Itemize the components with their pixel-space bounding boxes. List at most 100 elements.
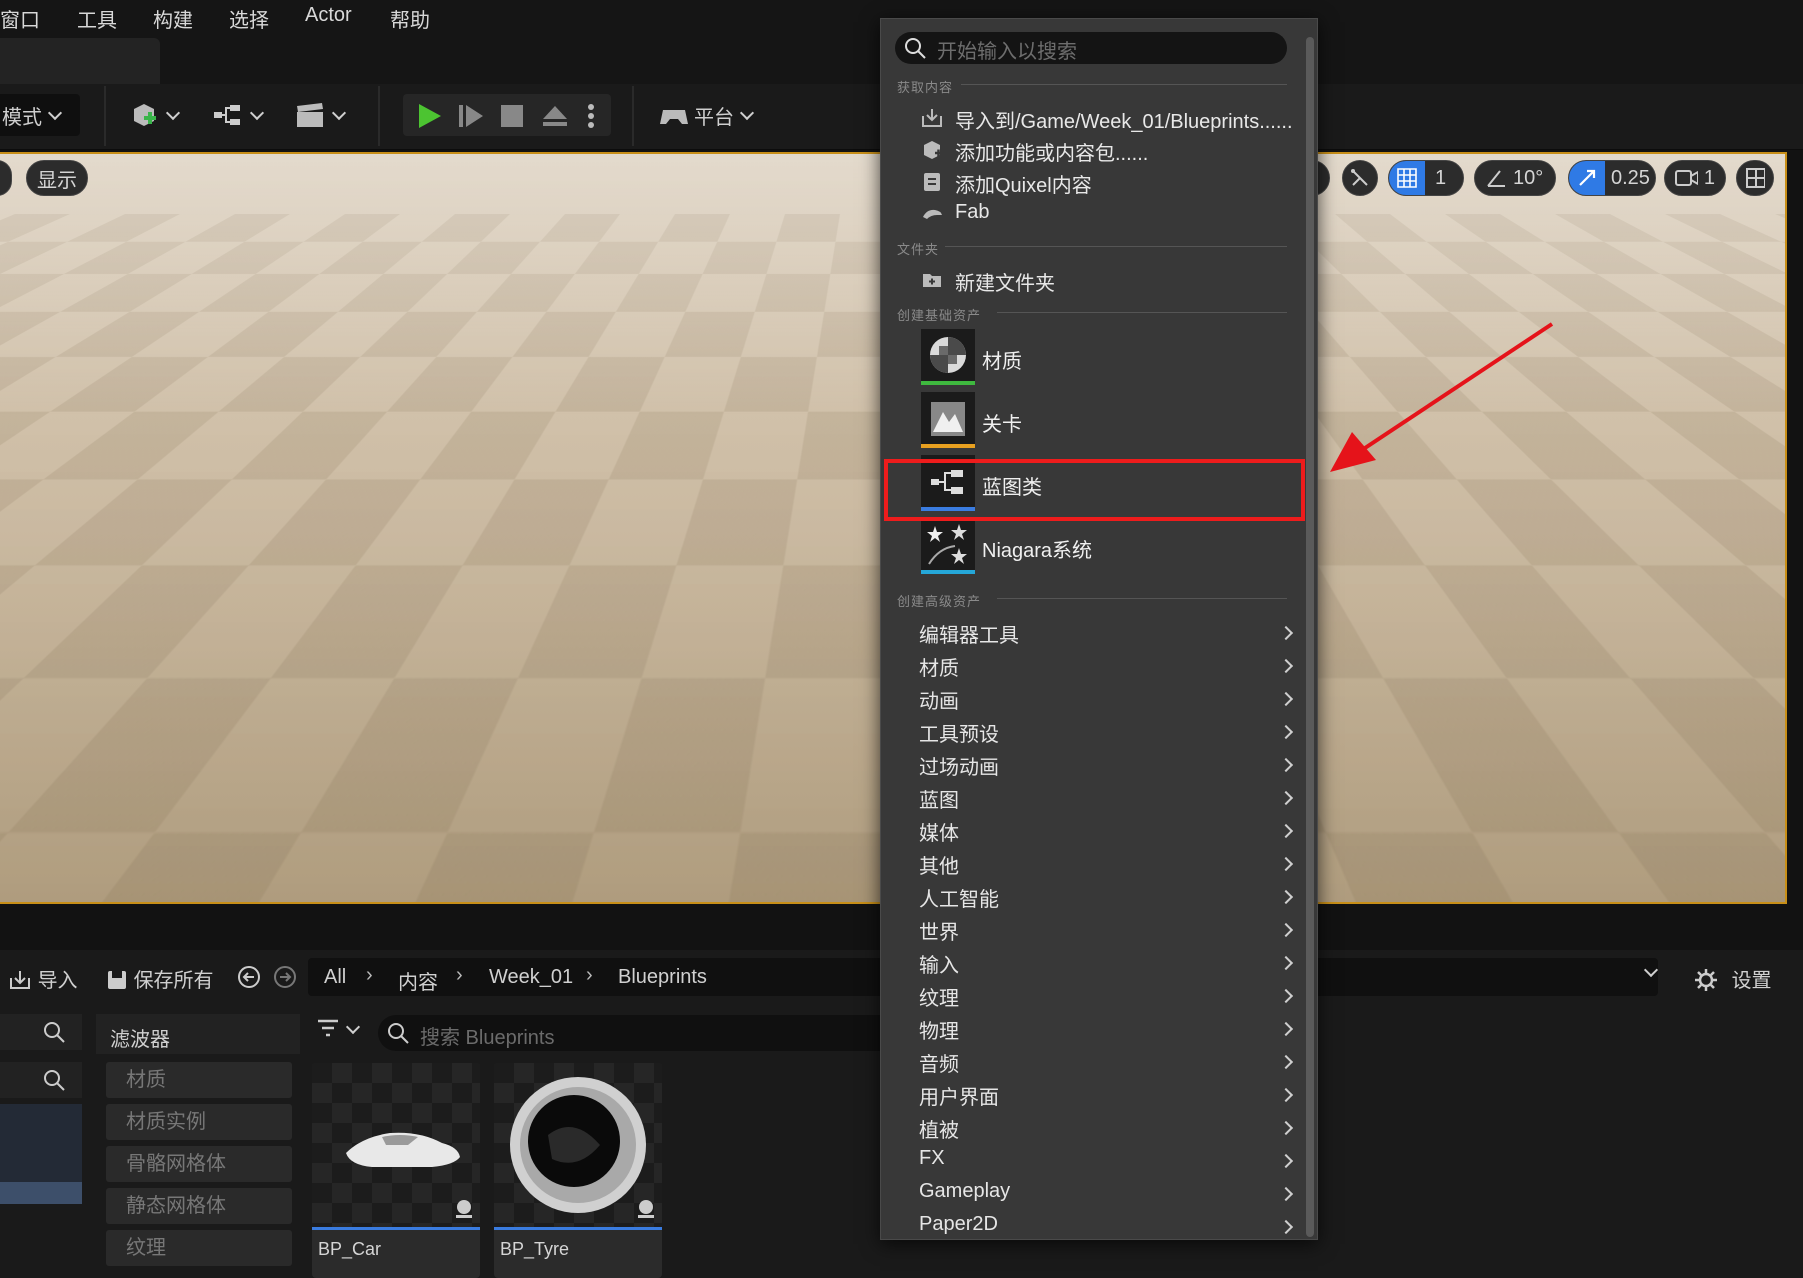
- submenu-item[interactable]: 植被: [919, 1114, 1299, 1144]
- menu-item-fab[interactable]: Fab: [881, 199, 1301, 229]
- menu-item-new-folder[interactable]: 新建文件夹: [881, 265, 1301, 295]
- menu-item-label: 新建文件夹: [955, 273, 1055, 295]
- filters-header: 滤波器: [96, 1014, 300, 1054]
- submenu-item[interactable]: FX: [919, 1147, 1299, 1177]
- toolbar-divider: [632, 86, 634, 146]
- filter-skeletal-mesh[interactable]: 骨骼网格体: [106, 1146, 292, 1182]
- submenu-item[interactable]: 媒体: [919, 817, 1299, 847]
- new-folder-icon: [923, 274, 941, 287]
- level-icon: [921, 392, 975, 448]
- chevron-right-icon: [1278, 658, 1294, 674]
- menu-item-add-feature-pack[interactable]: 添加功能或内容包......: [881, 135, 1301, 165]
- menu-build[interactable]: 构建: [153, 4, 193, 33]
- settings-button[interactable]: 设置: [1694, 964, 1772, 993]
- rotation-snap-toggle[interactable]: 10°: [1474, 160, 1556, 196]
- submenu-item[interactable]: 物理: [919, 1015, 1299, 1045]
- forward-arrow-icon[interactable]: [272, 964, 298, 990]
- surface-snap-icon[interactable]: [1342, 160, 1378, 196]
- import-button[interactable]: 导入: [8, 964, 78, 993]
- tyre-thumbnail: [510, 1077, 646, 1213]
- toolbar-divider: [378, 86, 380, 146]
- stop-icon[interactable]: [499, 103, 525, 129]
- asset-tile-bp-car[interactable]: BP_Car: [312, 1063, 480, 1278]
- chevron-right-icon: [1278, 856, 1294, 872]
- grid-value: 1: [1435, 166, 1447, 189]
- submenu-item-label: 过场动画: [919, 757, 999, 779]
- filter-material-instance[interactable]: 材质实例: [106, 1104, 292, 1140]
- filter-static-mesh[interactable]: 静态网格体: [106, 1188, 292, 1224]
- more-options-icon[interactable]: [585, 102, 597, 130]
- layout-button[interactable]: [1736, 160, 1774, 196]
- submenu-item[interactable]: 世界: [919, 916, 1299, 946]
- submenu-item-label: 用户界面: [919, 1087, 999, 1109]
- menu-item-level[interactable]: 关卡: [881, 388, 1301, 450]
- submenu-item[interactable]: 音频: [919, 1048, 1299, 1078]
- blueprint-button[interactable]: [212, 94, 265, 136]
- submenu-item[interactable]: 用户界面: [919, 1081, 1299, 1111]
- submenu-item[interactable]: Gameplay: [919, 1180, 1299, 1210]
- platforms-button[interactable]: 平台: [658, 94, 755, 136]
- submenu-item[interactable]: 人工智能: [919, 883, 1299, 913]
- step-icon[interactable]: [457, 102, 485, 130]
- submenu-item[interactable]: 纹理: [919, 982, 1299, 1012]
- quixel-icon: [924, 173, 940, 191]
- scale-snap-toggle[interactable]: 0.25: [1568, 160, 1656, 196]
- add-actor-button[interactable]: [128, 94, 181, 136]
- mode-dropdown[interactable]: 模式: [0, 94, 80, 136]
- level-tab[interactable]: [0, 38, 160, 84]
- submenu-item[interactable]: 编辑器工具: [919, 619, 1299, 649]
- menu-actor[interactable]: Actor: [305, 4, 352, 27]
- cinematics-button[interactable]: [294, 94, 347, 136]
- breadcrumb-week[interactable]: Week_01: [489, 966, 573, 989]
- menu-select[interactable]: 选择: [229, 4, 269, 33]
- submenu-item[interactable]: 工具预设: [919, 718, 1299, 748]
- breadcrumb-blueprints[interactable]: Blueprints: [618, 966, 707, 989]
- chevron-down-icon[interactable]: [1643, 962, 1659, 978]
- save-icon: [108, 971, 126, 989]
- filter-texture[interactable]: 纹理: [106, 1230, 292, 1266]
- sources-search[interactable]: [0, 1014, 82, 1050]
- save-all-button[interactable]: 保存所有: [106, 964, 214, 993]
- breadcrumb-all[interactable]: All: [324, 966, 346, 989]
- submenu-item[interactable]: 其他: [919, 850, 1299, 880]
- menu-item-import[interactable]: 导入到/Game/Week_01/Blueprints......: [881, 103, 1301, 133]
- folder-tree[interactable]: [0, 1104, 82, 1204]
- menu-item-label: Fab: [955, 201, 990, 223]
- breadcrumb-content[interactable]: 内容: [398, 966, 438, 995]
- menu-scrollbar[interactable]: [1306, 37, 1314, 1237]
- menu-item-niagara-system[interactable]: Niagara系统: [881, 514, 1301, 576]
- chevron-down-icon: [165, 105, 181, 120]
- collections-search[interactable]: [0, 1062, 82, 1098]
- menu-item-material[interactable]: 材质: [881, 325, 1301, 387]
- camera-speed-button[interactable]: 1: [1664, 160, 1726, 196]
- search-icon: [388, 1023, 409, 1044]
- search-icon: [905, 38, 926, 59]
- menu-help[interactable]: 帮助: [390, 4, 430, 33]
- chevron-right-icon: [1278, 1186, 1294, 1202]
- chevron-down-icon: [739, 105, 755, 120]
- selected-folder[interactable]: [0, 1182, 82, 1204]
- back-arrow-icon[interactable]: [236, 964, 262, 990]
- asset-search-input[interactable]: 搜索 Blueprints: [378, 1015, 938, 1051]
- submenu-item[interactable]: 输入: [919, 949, 1299, 979]
- submenu-item[interactable]: 蓝图: [919, 784, 1299, 814]
- submenu-item-label: 编辑器工具: [919, 625, 1019, 647]
- eject-icon[interactable]: [541, 102, 569, 130]
- submenu-item[interactable]: 过场动画: [919, 751, 1299, 781]
- settings-label: 设置: [1731, 970, 1772, 992]
- grid-snap-toggle[interactable]: 1: [1388, 160, 1464, 196]
- menu-item-add-quixel[interactable]: 添加Quixel内容: [881, 167, 1301, 197]
- asset-tile-bp-tyre[interactable]: BP_Tyre: [494, 1063, 662, 1278]
- menu-window[interactable]: 窗口: [0, 4, 40, 33]
- submenu-item[interactable]: 材质: [919, 652, 1299, 682]
- submenu-item-label: Paper2D: [919, 1213, 998, 1235]
- filter-material[interactable]: 材质: [106, 1062, 292, 1098]
- play-icon[interactable]: [415, 102, 443, 130]
- submenu-item[interactable]: 动画: [919, 685, 1299, 715]
- show-button[interactable]: 显示: [26, 160, 88, 196]
- chevron-right-icon: [1278, 823, 1294, 839]
- filter-dropdown-button[interactable]: [316, 1016, 361, 1045]
- menu-search-input[interactable]: 开始输入以搜索: [895, 32, 1287, 64]
- menu-tools[interactable]: 工具: [77, 4, 117, 33]
- submenu-item[interactable]: Paper2D: [919, 1213, 1299, 1239]
